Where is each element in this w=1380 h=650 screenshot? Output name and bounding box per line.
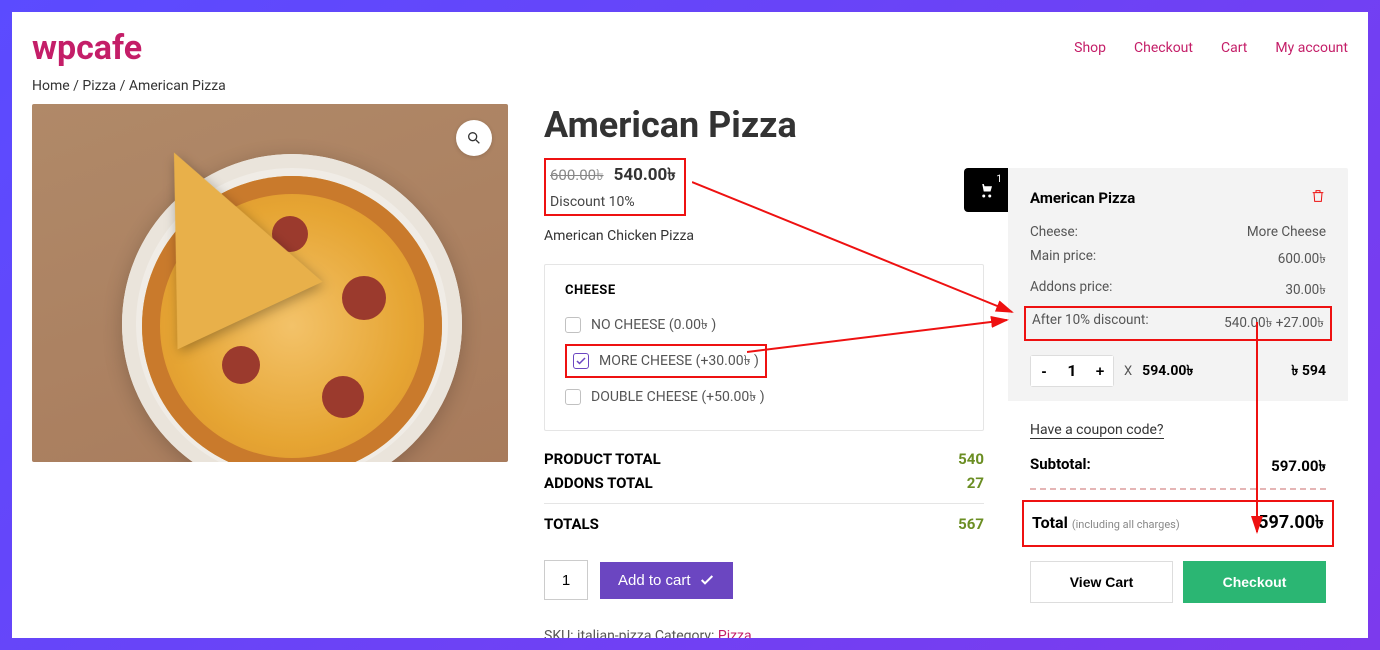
- remove-item-button[interactable]: [1310, 188, 1326, 208]
- total-label: Total: [1032, 513, 1068, 532]
- zoom-icon[interactable]: [456, 120, 492, 156]
- cart-addons-price-value: 30.00৳: [1285, 279, 1326, 302]
- grand-total-value: 567: [958, 515, 984, 533]
- cart-line-total: ৳ 594: [1291, 359, 1326, 383]
- breadcrumb-category[interactable]: Pizza: [82, 78, 116, 94]
- total-highlight: Total (including all charges) 597.00৳: [1022, 500, 1334, 547]
- addons-total-label: ADDONS TOTAL: [544, 474, 653, 492]
- checkbox-checked-icon[interactable]: [573, 353, 589, 369]
- qty-increase-button[interactable]: +: [1087, 356, 1113, 386]
- addon-no-cheese[interactable]: NO CHEESE (0.00৳ ): [565, 310, 963, 340]
- cart-after-discount-label: After 10% discount:: [1032, 312, 1149, 335]
- mini-cart: 1 American Pizza Cheese: More Cheese Main…: [1008, 168, 1348, 621]
- site-logo[interactable]: wpcafe: [32, 28, 142, 68]
- product-meta: SKU: italian-pizza Category: Pizza: [544, 628, 1348, 638]
- totals-block: PRODUCT TOTAL 540 ADDONS TOTAL 27 TOTALS 56…: [544, 447, 984, 536]
- view-cart-button[interactable]: View Cart: [1030, 561, 1173, 603]
- breadcrumb: Home / Pizza / American Pizza: [32, 78, 1348, 94]
- qty-decrease-button[interactable]: -: [1031, 356, 1057, 386]
- checkbox-icon[interactable]: [565, 317, 581, 333]
- check-icon: [699, 572, 715, 588]
- nav-shop[interactable]: Shop: [1074, 40, 1106, 56]
- cart-after-discount-value: 540.00৳ +27.00৳: [1224, 312, 1324, 335]
- trash-icon: [1310, 188, 1326, 204]
- addon-double-cheese[interactable]: DOUBLE CHEESE (+50.00৳ ): [565, 382, 963, 412]
- addon-more-cheese[interactable]: MORE CHEESE (+30.00৳ ): [565, 344, 767, 378]
- coupon-link[interactable]: Have a coupon code?: [1030, 422, 1164, 439]
- subtotal-label: Subtotal:: [1030, 455, 1091, 480]
- cart-cheese-label: Cheese:: [1030, 224, 1078, 240]
- total-sublabel: (including all charges): [1072, 518, 1180, 531]
- main-menu: Shop Checkout Cart My account: [1074, 40, 1348, 56]
- checkout-button[interactable]: Checkout: [1183, 561, 1326, 603]
- nav-checkout[interactable]: Checkout: [1134, 40, 1193, 56]
- cart-addons-price-label: Addons price:: [1030, 279, 1112, 302]
- cart-cheese-value: More Cheese: [1247, 224, 1326, 240]
- old-price: 600.00৳: [550, 164, 604, 189]
- breadcrumb-current: American Pizza: [129, 78, 226, 94]
- product-total-label: PRODUCT TOTAL: [544, 450, 661, 468]
- cart-main-price-label: Main price:: [1030, 248, 1096, 271]
- price-highlight: 600.00৳ 540.00৳ Discount 10%: [544, 158, 686, 216]
- cart-line-price: 594.00৳: [1142, 359, 1193, 383]
- product-title: American Pizza: [544, 104, 1348, 146]
- sale-price: 540.00৳: [614, 162, 676, 190]
- cart-item-title: American Pizza: [1030, 189, 1135, 207]
- discount-text: Discount 10%: [550, 194, 676, 210]
- category-link[interactable]: Pizza: [718, 628, 752, 638]
- nav-account[interactable]: My account: [1275, 40, 1348, 56]
- cart-main-price-value: 600.00৳: [1278, 248, 1326, 271]
- product-total-value: 540: [958, 450, 984, 468]
- cart-count-badge: 1: [996, 174, 1002, 185]
- qty-value: 1: [1057, 356, 1087, 386]
- addon-group-cheese: CHEESE NO CHEESE (0.00৳ ) MORE CHEESE (+…: [544, 264, 984, 431]
- addon-group-title: CHEESE: [565, 283, 963, 298]
- top-nav: wpcafe Shop Checkout Cart My account: [32, 28, 1348, 68]
- checkbox-icon[interactable]: [565, 389, 581, 405]
- quantity-input[interactable]: [544, 560, 588, 600]
- product-image[interactable]: [32, 104, 508, 462]
- product-gallery: [32, 104, 508, 638]
- sku-value: italian-pizza: [577, 628, 651, 638]
- cart-icon: [977, 181, 995, 199]
- nav-cart[interactable]: Cart: [1221, 40, 1247, 56]
- quantity-stepper[interactable]: - 1 +: [1030, 355, 1114, 387]
- breadcrumb-home[interactable]: Home: [32, 78, 70, 94]
- grand-total-label: TOTALS: [544, 515, 599, 533]
- subtotal-value: 597.00৳: [1271, 455, 1326, 480]
- add-to-cart-button[interactable]: Add to cart: [600, 562, 733, 599]
- addons-total-value: 27: [967, 474, 984, 492]
- total-value: 597.00৳: [1258, 508, 1324, 539]
- mini-cart-toggle[interactable]: 1: [964, 168, 1008, 212]
- multiply-symbol: X: [1124, 364, 1132, 379]
